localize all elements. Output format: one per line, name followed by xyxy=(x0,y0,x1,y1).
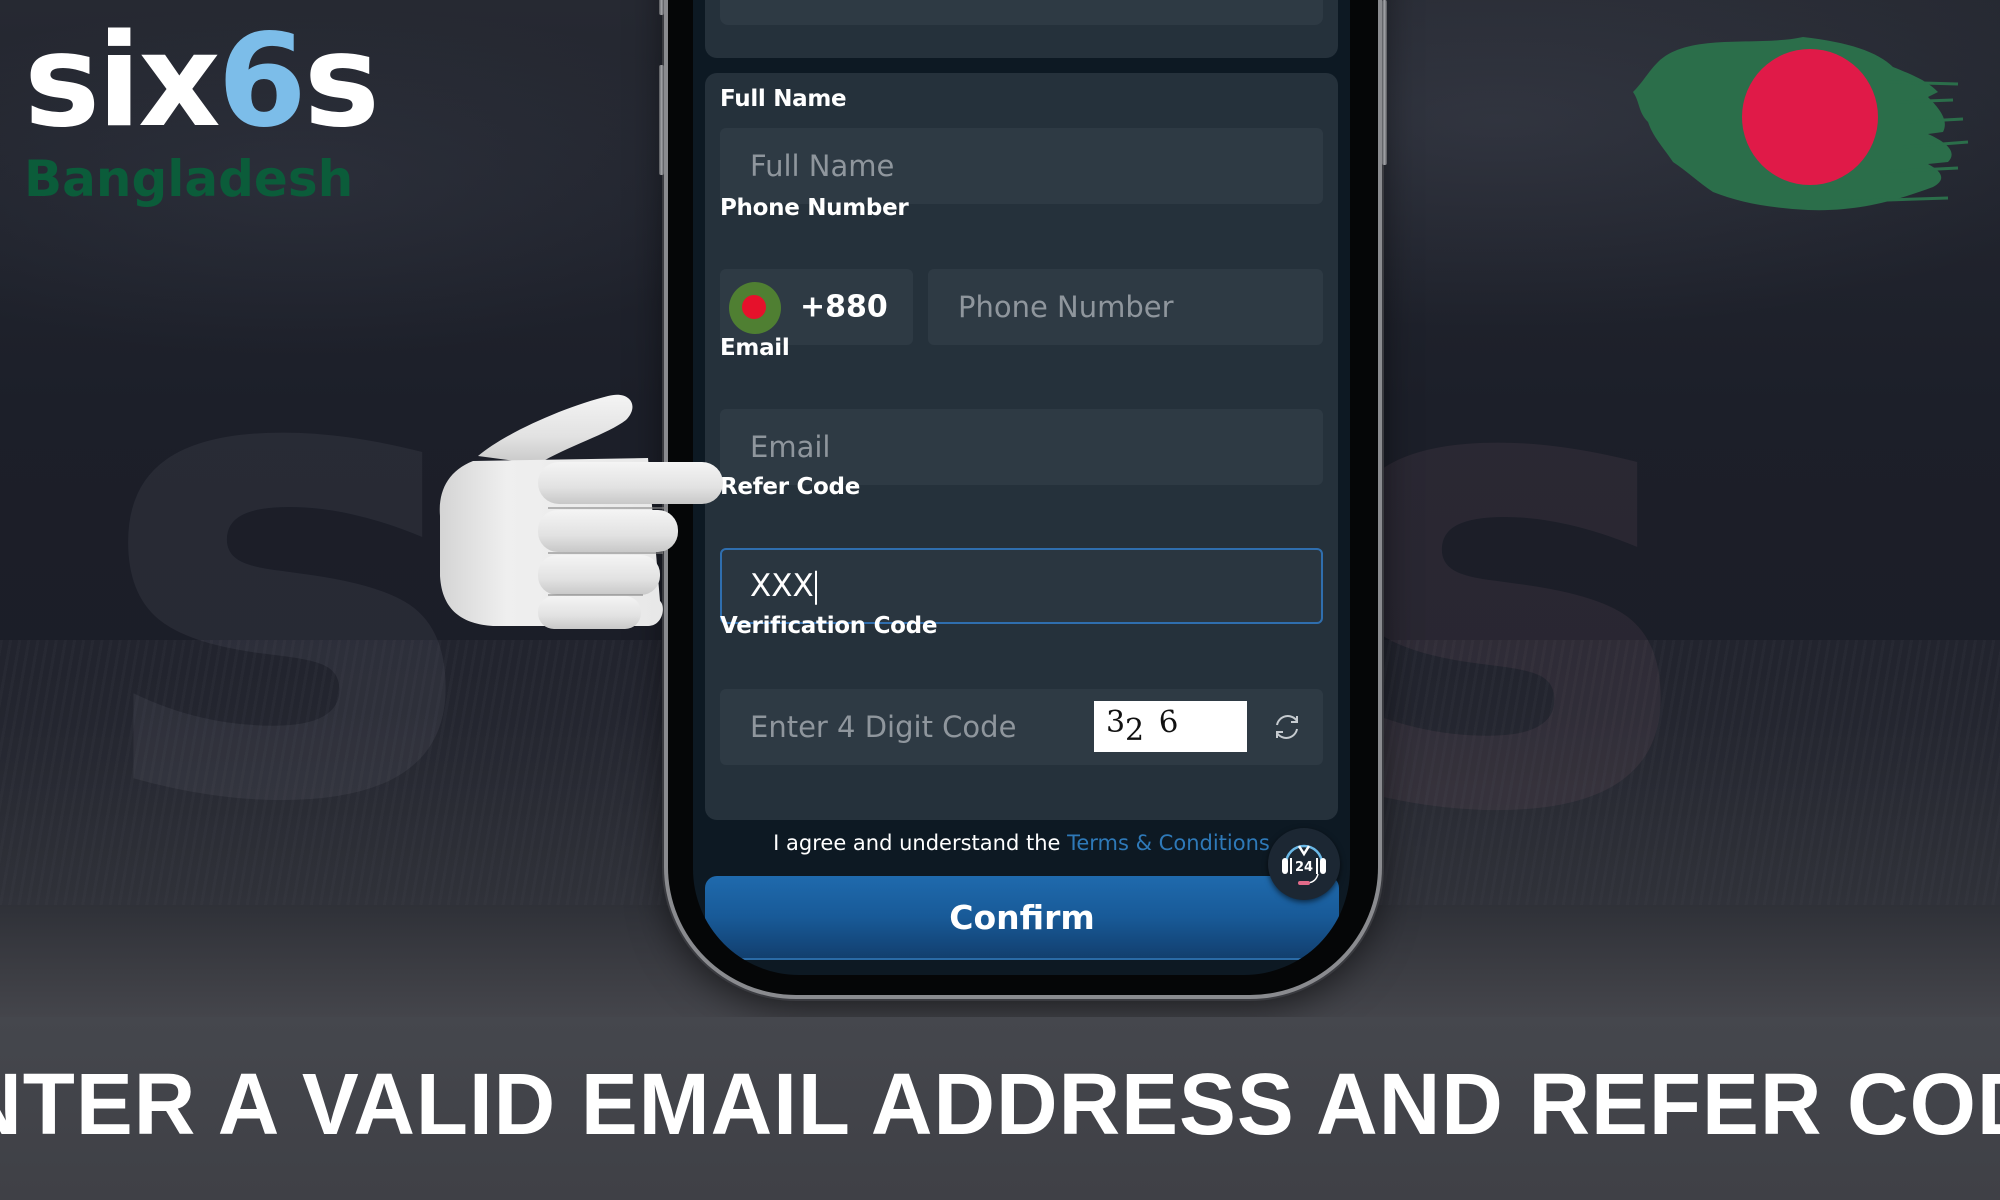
refer-code-value: XXX xyxy=(750,568,817,605)
hand-pinky-finger xyxy=(538,596,641,629)
support-chat-button[interactable]: 24 xyxy=(1268,828,1340,900)
country-code-selector[interactable]: +880 xyxy=(720,269,913,345)
phone-side-button xyxy=(1382,0,1387,165)
terms-prefix: I agree and understand the xyxy=(773,831,1068,855)
terms-link[interactable]: Terms & Conditions xyxy=(1067,831,1270,855)
full-name-placeholder: Full Name xyxy=(750,149,895,183)
logo-suffix: s xyxy=(303,7,380,156)
captcha-char: 6 xyxy=(1156,703,1181,742)
support-badge-text: 24 xyxy=(1295,860,1313,875)
hand-index-finger xyxy=(538,462,723,504)
phone-number-label: Phone Number xyxy=(720,195,909,221)
full-name-input[interactable]: Full Name xyxy=(720,128,1323,204)
form-card-top xyxy=(705,0,1338,58)
bangladesh-flag-icon xyxy=(729,282,781,334)
captcha-char: 2 xyxy=(1125,713,1145,748)
hand-middle-finger xyxy=(538,510,678,552)
logo-prefix: six xyxy=(24,7,221,156)
previous-input[interactable] xyxy=(720,0,1323,25)
verification-code-placeholder: Enter 4 Digit Code xyxy=(750,710,1017,744)
registration-form-card: Full Name Full Name Phone Number +880 Ph… xyxy=(705,73,1338,820)
phone-mockup: Full Name Full Name Phone Number +880 Ph… xyxy=(659,0,1387,995)
text-caret xyxy=(814,570,817,605)
headset-24-support-icon: 24 xyxy=(1282,844,1326,885)
logo-wordmark: six6s xyxy=(24,18,380,146)
captcha-char: 3 xyxy=(1106,705,1126,740)
verification-code-label: Verification Code xyxy=(720,613,938,639)
phone-number-input[interactable]: Phone Number xyxy=(928,269,1323,345)
pointing-hand-icon xyxy=(439,394,723,629)
bangladesh-flag-icon xyxy=(1633,37,1969,211)
flag-red-disc xyxy=(1742,49,1878,185)
logo-accent: 6 xyxy=(217,7,307,156)
hand-thumb xyxy=(478,394,633,464)
email-label: Email xyxy=(720,335,790,361)
refer-code-label: Refer Code xyxy=(720,474,861,500)
brand-logo: six6s Bangladesh xyxy=(24,18,380,208)
email-placeholder: Email xyxy=(750,430,831,464)
refer-code-text: XXX xyxy=(750,567,814,604)
logo-region: Bangladesh xyxy=(24,150,354,208)
captcha-image: 3 2 6 xyxy=(1094,701,1247,752)
country-code: +880 xyxy=(800,289,888,325)
phone-number-placeholder: Phone Number xyxy=(958,290,1174,324)
phone-side-button xyxy=(659,65,664,175)
confirm-button[interactable]: Confirm xyxy=(705,876,1339,960)
phone-screen: Full Name Full Name Phone Number +880 Ph… xyxy=(693,0,1350,975)
instruction-text: ENTER A VALID EMAIL ADDRESS AND REFER CO… xyxy=(0,1055,2000,1153)
instruction-banner: ENTER A VALID EMAIL ADDRESS AND REFER CO… xyxy=(0,1017,2000,1200)
verification-code-input[interactable]: Enter 4 Digit Code 3 2 6 xyxy=(720,689,1323,765)
terms-agreement: I agree and understand the Terms & Condi… xyxy=(693,831,1350,855)
refresh-icon[interactable] xyxy=(1271,711,1303,743)
hand-ring-finger xyxy=(538,555,660,595)
full-name-label: Full Name xyxy=(720,86,847,112)
phone-side-button xyxy=(659,0,664,15)
